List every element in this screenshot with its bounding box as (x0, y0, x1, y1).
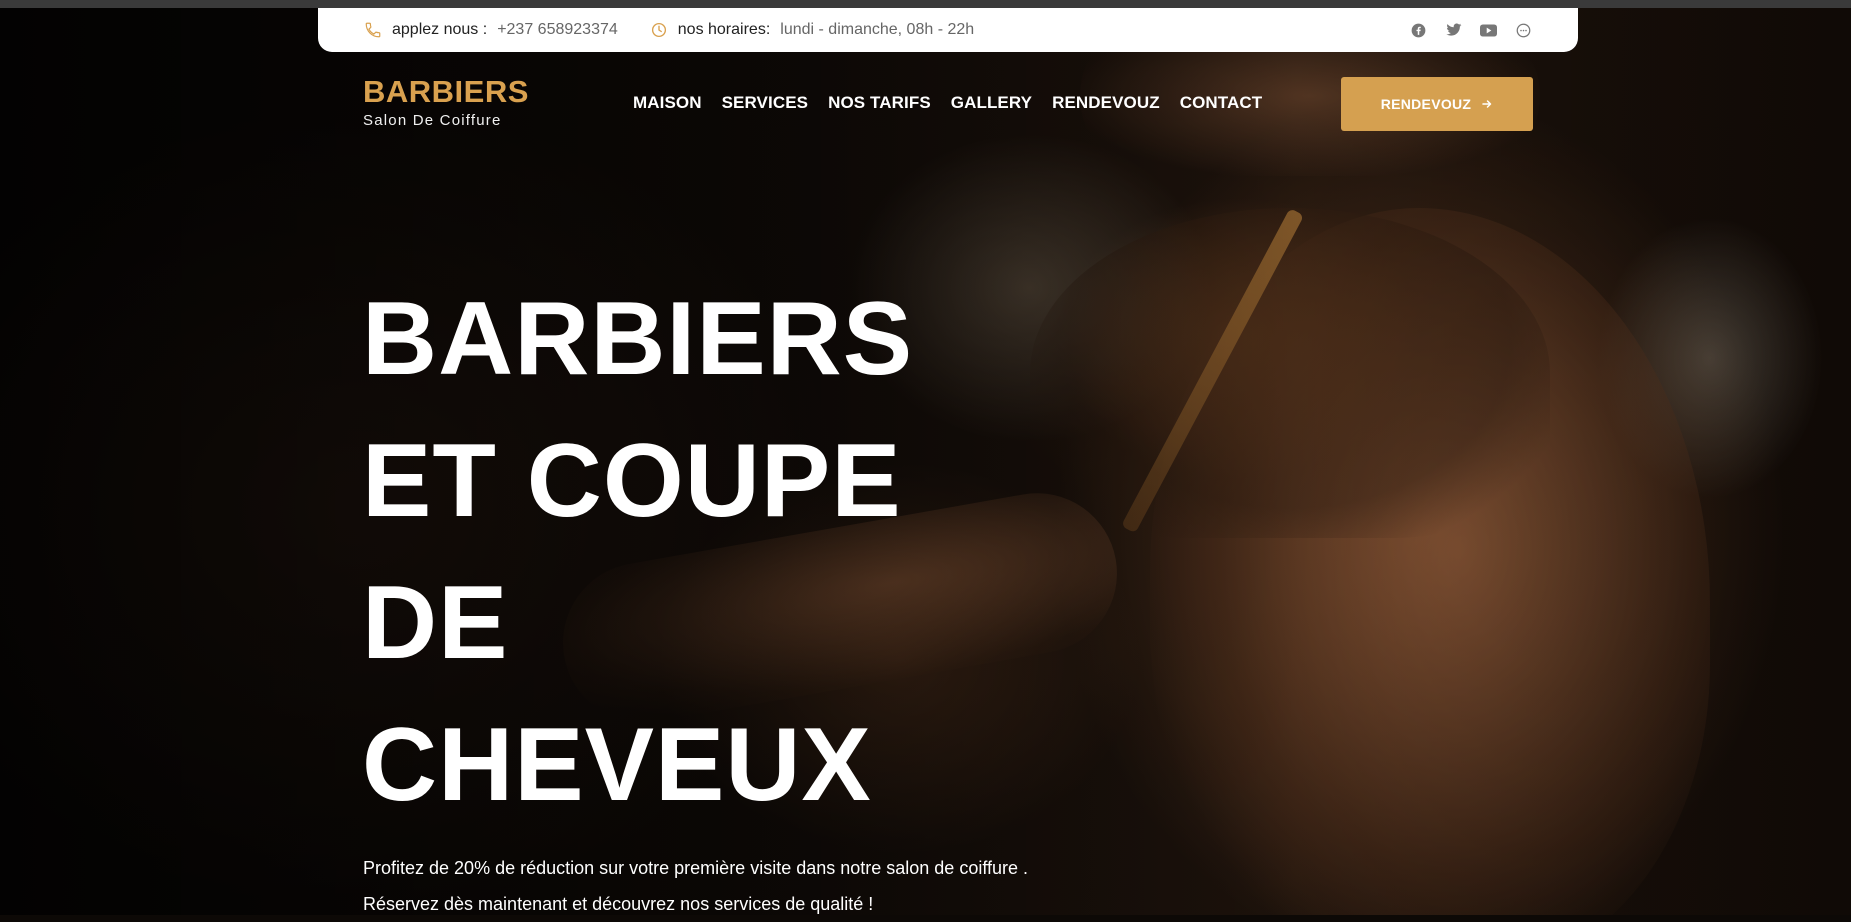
hours-info: nos horaires: lundi - dimanche, 08h - 22… (650, 21, 974, 39)
phone-value[interactable]: +237 658923374 (497, 21, 618, 39)
phone-icon (364, 21, 382, 39)
clock-icon (650, 21, 668, 39)
nav-item-gallery[interactable]: GALLERY (951, 93, 1032, 113)
facebook-icon[interactable] (1410, 22, 1427, 39)
hero-description: Profitez de 20% de réduction sur votre p… (363, 850, 1028, 922)
rendevouz-button[interactable]: RENDEVOUZ (1341, 77, 1533, 131)
hero-description-line: Réservez dès maintenant et découvrez nos… (363, 894, 874, 914)
hours-label: nos horaires: (677, 21, 771, 38)
nav-item-contact[interactable]: CONTACT (1180, 93, 1263, 113)
nav-item-rendevouz[interactable]: RENDEVOUZ (1052, 93, 1160, 113)
arrow-right-icon (1481, 98, 1493, 110)
hero-title: BARBIERS ET COUPE DE CHEVEUX (362, 268, 913, 836)
main-nav: MAISON SERVICES NOS TARIFS GALLERY RENDE… (633, 93, 1282, 113)
youtube-icon[interactable] (1480, 22, 1497, 39)
nav-item-services[interactable]: SERVICES (722, 93, 808, 113)
rendevouz-button-label: RENDEVOUZ (1380, 96, 1472, 112)
top-info-bar: applez nous : +237 658923374 nos horaire… (318, 8, 1578, 52)
hero-title-line: CHEVEUX (362, 707, 872, 823)
brand-name: BARBIERS (363, 74, 529, 109)
window-top-strip (0, 0, 1851, 8)
phone-info: applez nous : +237 658923374 (364, 21, 618, 39)
brand-subtitle: Salon De Coiffure (363, 112, 502, 129)
hero-title-line: DE (362, 565, 509, 681)
messenger-icon[interactable] (1515, 22, 1532, 39)
hero-title-line: ET COUPE (362, 423, 902, 539)
hero-description-line: Profitez de 20% de réduction sur votre p… (363, 858, 1029, 878)
twitter-icon[interactable] (1445, 22, 1462, 39)
brand-logo[interactable]: BARBIERS Salon De Coiffure (363, 74, 529, 129)
hours-value: lundi - dimanche, 08h - 22h (780, 21, 975, 38)
nav-item-maison[interactable]: MAISON (633, 93, 702, 113)
phone-label: applez nous : (392, 21, 488, 38)
hero-overlay (0, 8, 1851, 915)
nav-item-nos-tarifs[interactable]: NOS TARIFS (828, 93, 931, 113)
hero-title-line: BARBIERS (362, 281, 914, 397)
social-links (1410, 22, 1532, 39)
